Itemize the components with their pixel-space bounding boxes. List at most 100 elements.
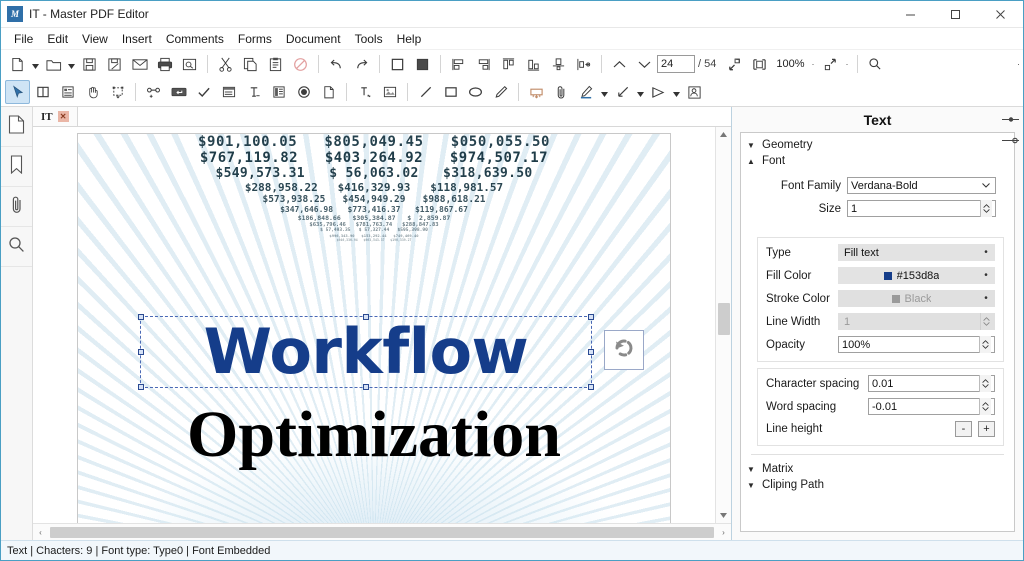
selected-text-object[interactable]: Workflow	[138, 314, 594, 390]
toolbar-overflow-button[interactable]: ·	[1017, 59, 1020, 69]
character-spacing-stepper[interactable]	[979, 375, 991, 392]
line-width-stepper[interactable]	[980, 313, 992, 330]
font-size-input[interactable]: 1	[847, 200, 996, 217]
horizontal-scrollbar[interactable]: ‹ ›	[33, 523, 731, 540]
align-left-button[interactable]	[446, 52, 471, 76]
fit-width-button[interactable]	[747, 52, 772, 76]
copy-button[interactable]	[238, 52, 263, 76]
word-spacing-input[interactable]: -0.01	[868, 398, 995, 415]
next-page-button[interactable]	[632, 52, 657, 76]
previous-page-button[interactable]	[607, 52, 632, 76]
stamp-tool-button[interactable]	[524, 80, 549, 104]
options-slider-icon[interactable]	[1001, 131, 1019, 149]
vertical-scroll-track[interactable]	[715, 142, 732, 508]
crop-tool-button[interactable]	[105, 80, 130, 104]
zoom-level-label[interactable]: 100%	[776, 58, 804, 70]
resize-handle-top-right[interactable]	[588, 314, 594, 320]
type-select[interactable]: Fill text •	[838, 244, 995, 261]
menu-forms[interactable]: Forms	[231, 30, 279, 48]
pdf-viewer[interactable]: $901,100.05 $805,049.45 $050,055.50 $767…	[33, 127, 715, 523]
sidebar-item-bookmarks[interactable]	[1, 147, 32, 187]
maximize-button[interactable]	[933, 1, 978, 28]
ellipse-tool-button[interactable]	[463, 80, 488, 104]
horizontal-scroll-track[interactable]	[48, 524, 716, 541]
page-object-button[interactable]	[316, 80, 341, 104]
insert-image-button[interactable]	[377, 80, 402, 104]
fill-none-button[interactable]	[385, 52, 410, 76]
center-horizontal-button[interactable]	[546, 52, 571, 76]
scroll-down-button[interactable]	[716, 508, 732, 523]
fit-page-button[interactable]	[722, 52, 747, 76]
menu-file[interactable]: File	[7, 30, 40, 48]
menu-edit[interactable]: Edit	[40, 30, 75, 48]
font-family-select[interactable]: Verdana-Bold	[847, 177, 996, 194]
document-tab[interactable]: IT ✕	[33, 107, 78, 126]
fill-color-select[interactable]: #153d8a •	[838, 267, 995, 284]
link-tool-button[interactable]	[141, 80, 166, 104]
resize-handle-middle-right[interactable]	[588, 349, 594, 355]
redo-button[interactable]	[349, 52, 374, 76]
line-tool-button[interactable]	[413, 80, 438, 104]
section-clipping-path[interactable]: ▼ Cliping Path	[741, 477, 1014, 493]
checkbox-field-button[interactable]	[191, 80, 216, 104]
resize-handle-bottom-center[interactable]	[363, 384, 369, 390]
open-document-dropdown[interactable]	[66, 52, 77, 76]
minimize-button[interactable]	[888, 1, 933, 28]
align-top-button[interactable]	[496, 52, 521, 76]
menu-document[interactable]: Document	[279, 30, 348, 48]
vertical-scroll-thumb[interactable]	[717, 303, 730, 336]
edit-text-button[interactable]	[352, 80, 377, 104]
scroll-right-button[interactable]: ›	[716, 524, 731, 541]
sidebar-item-search[interactable]	[1, 227, 32, 267]
open-document-button[interactable]	[41, 52, 66, 76]
split-view-button[interactable]	[30, 80, 55, 104]
form-fields-button[interactable]	[55, 80, 80, 104]
align-bottom-button[interactable]	[521, 52, 546, 76]
hand-tool-button[interactable]	[80, 80, 105, 104]
close-button[interactable]	[978, 1, 1023, 28]
highlight-dropdown[interactable]	[599, 80, 610, 104]
measure-dropdown[interactable]	[671, 80, 682, 104]
fill-solid-button[interactable]	[410, 52, 435, 76]
resize-handle-top-center[interactable]	[363, 314, 369, 320]
new-document-button[interactable]	[5, 52, 30, 76]
paste-button[interactable]	[263, 52, 288, 76]
signature-button[interactable]	[682, 80, 707, 104]
vertical-scrollbar[interactable]	[715, 127, 732, 523]
font-size-stepper[interactable]	[980, 200, 992, 217]
arrow-dropdown[interactable]	[635, 80, 646, 104]
close-icon[interactable]: ✕	[57, 111, 69, 122]
menu-comments[interactable]: Comments	[159, 30, 231, 48]
text-insert-button[interactable]	[241, 80, 266, 104]
text-field-button[interactable]	[166, 80, 191, 104]
section-matrix[interactable]: ▼ Matrix	[741, 461, 1014, 477]
save-as-button[interactable]	[102, 52, 127, 76]
email-button[interactable]	[127, 52, 152, 76]
menu-tools[interactable]: Tools	[348, 30, 390, 48]
measure-tool-button[interactable]	[646, 80, 671, 104]
scroll-left-button[interactable]: ‹	[33, 524, 48, 541]
opacity-input[interactable]: 100%	[838, 336, 995, 353]
attach-file-button[interactable]	[549, 80, 574, 104]
rectangle-tool-button[interactable]	[438, 80, 463, 104]
sidebar-item-pages[interactable]	[1, 107, 32, 147]
distribute-button[interactable]	[571, 52, 596, 76]
resize-handle-bottom-right[interactable]	[588, 384, 594, 390]
delete-button[interactable]	[288, 52, 313, 76]
arrow-annotation-button[interactable]	[610, 80, 635, 104]
section-geometry[interactable]: ▼ Geometry	[741, 137, 1014, 153]
line-height-increase-button[interactable]: +	[978, 421, 995, 437]
print-button[interactable]	[152, 52, 177, 76]
pin-slider-icon[interactable]	[1001, 110, 1019, 128]
resize-handle-bottom-left[interactable]	[138, 384, 144, 390]
print-preview-button[interactable]	[177, 52, 202, 76]
resize-handle-middle-left[interactable]	[138, 349, 144, 355]
horizontal-scroll-thumb[interactable]	[50, 526, 714, 538]
search-icon[interactable]	[863, 52, 888, 76]
zoom-dropdown[interactable]: ·	[812, 59, 815, 69]
headline-optimization[interactable]: Optimization	[78, 396, 670, 474]
zoom-selection-dropdown[interactable]: ·	[846, 59, 849, 69]
line-width-input[interactable]: 1	[838, 313, 995, 330]
menu-insert[interactable]: Insert	[115, 30, 159, 48]
menu-help[interactable]: Help	[390, 30, 429, 48]
